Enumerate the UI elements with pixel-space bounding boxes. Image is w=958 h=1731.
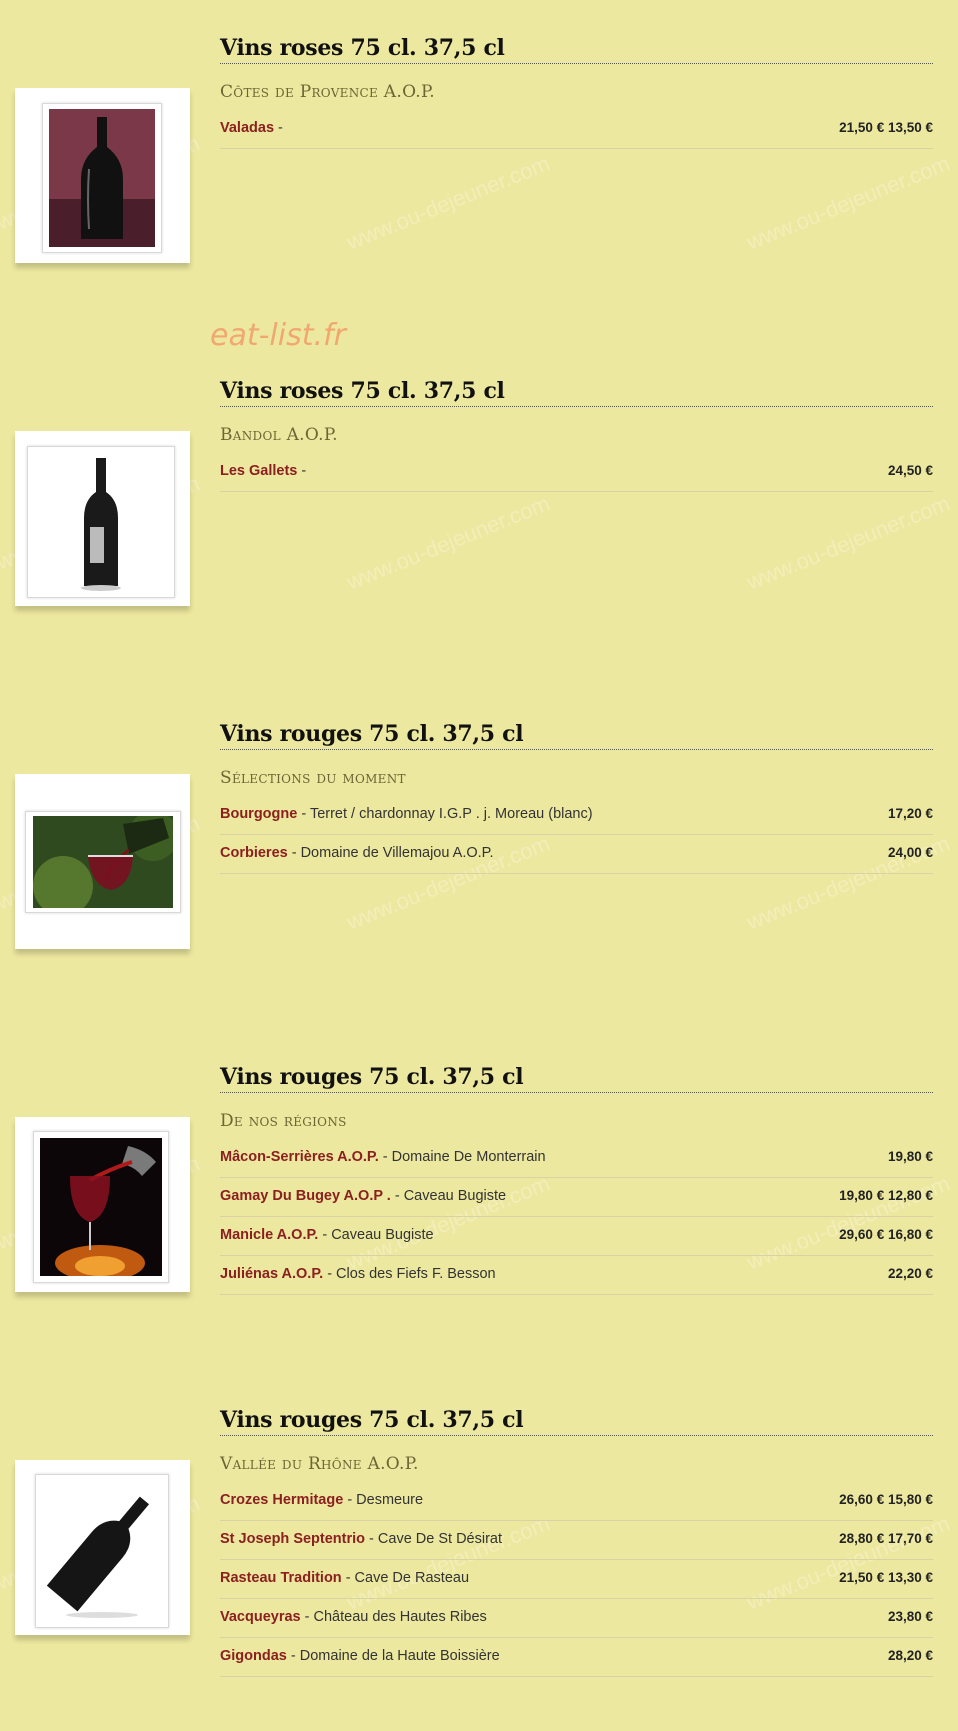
item-desc: - Domaine De Monterrain [378,1149,546,1165]
item-desc: - Terret / chardonnay I.G.P . j. Moreau … [297,806,593,822]
menu-item: Les Gallets - 24,50 € [220,453,933,492]
wine-photo [15,1117,190,1292]
wine-bottle-icon [46,1496,150,1618]
menu-item: St Joseph Septentrio - Cave De St Désira… [220,1521,933,1560]
section-title: Vins roses 75 cl. 37,5 cl [220,376,933,407]
item-price: 23,80 € [887,1609,933,1624]
item-name: Mâcon-Serrières A.O.P. [220,1149,379,1165]
menu-item: Bourgogne - Terret / chardonnay I.G.P . … [220,796,933,835]
item-name: Vacqueyras [220,1609,301,1625]
section-subtitle: Bandol A.O.P. [220,425,338,445]
item-desc: - [297,463,307,479]
menu-item: Manicle A.O.P. - Caveau Bugiste 29,60 € … [220,1217,933,1256]
item-desc: - Domaine de Villemajou A.O.P. [287,845,494,861]
item-name: Bourgogne [220,806,298,822]
item-name: Rasteau Tradition [220,1570,342,1586]
wine-glass-icon [40,1138,162,1276]
item-desc: - Cave De Rasteau [341,1570,470,1586]
wine-photo [15,431,190,606]
menu-item: Crozes Hermitage - Desmeure 26,60 € 15,8… [220,1482,933,1521]
item-name: Manicle A.O.P. [220,1227,319,1243]
item-name: Gamay Du Bugey A.O.P . [220,1188,391,1204]
item-price: 17,20 € [887,806,933,821]
item-desc: - [274,120,283,136]
item-price: 26,60 € 15,80 € [839,1492,933,1507]
item-name: Valadas [220,120,275,136]
item-name: Les Gallets [220,463,298,479]
wine-photo [15,88,190,263]
item-name: Corbieres [220,845,288,861]
item-price: 29,60 € 16,80 € [839,1227,933,1242]
section-title: Vins roses 75 cl. 37,5 cl [220,33,933,64]
item-name: St Joseph Septentrio [220,1531,366,1547]
section-subtitle: Vallée du Rhône A.O.P. [220,1454,419,1474]
section-subtitle: Côtes de Provence A.O.P. [220,82,436,102]
section-subtitle: Sélections du moment [220,768,406,788]
wine-pour-icon [33,816,173,908]
item-price: 21,50 € 13,30 € [839,1570,933,1585]
item-desc: - Desmeure [343,1492,424,1508]
item-name: Juliénas A.O.P. [220,1266,324,1282]
menu-item: Gamay Du Bugey A.O.P . - Caveau Bugiste … [220,1178,933,1217]
menu-item: Corbieres - Domaine de Villemajou A.O.P.… [220,835,933,874]
wine-bottle-icon [49,109,155,247]
item-price: 24,50 € [887,463,933,478]
watermark-text: www.ou-dejeuner.com [343,490,554,595]
watermark-text: www.ou-dejeuner.com [343,150,554,255]
item-desc: - Caveau Bugiste [318,1227,434,1243]
section-subtitle: De nos régions [220,1111,347,1131]
item-desc: - Caveau Bugiste [390,1188,507,1204]
item-price: 22,20 € [887,1266,933,1281]
menu-item: Vacqueyras - Château des Hautes Ribes 23… [220,1599,933,1638]
item-desc: - Château des Hautes Ribes [300,1609,487,1625]
section-title: Vins rouges 75 cl. 37,5 cl [220,1062,933,1093]
item-name: Crozes Hermitage [220,1492,344,1508]
watermark-text: www.ou-dejeuner.com [743,490,954,595]
item-price: 19,80 € [887,1149,933,1164]
wine-photo [15,774,190,949]
item-name: Gigondas [220,1648,287,1664]
section-title: Vins rouges 75 cl. 37,5 cl [220,719,933,750]
menu-item: Juliénas A.O.P. - Clos des Fiefs F. Bess… [220,1256,933,1295]
item-price: 24,00 € [887,845,933,860]
brand-watermark: eat-list.fr [210,318,346,353]
item-price: 28,80 € 17,70 € [839,1531,933,1546]
item-desc: - Clos des Fiefs F. Besson [323,1266,496,1282]
item-price: 28,20 € [887,1648,933,1663]
item-desc: - Domaine de la Haute Boissière [286,1648,500,1664]
item-desc: - Cave De St Désirat [365,1531,503,1547]
watermark-text: www.ou-dejeuner.com [743,150,954,255]
wine-photo [15,1460,190,1635]
item-price: 21,50 € 13,50 € [839,120,933,135]
menu-item: Rasteau Tradition - Cave De Rasteau 21,5… [220,1560,933,1599]
menu-item: Gigondas - Domaine de la Haute Boissière… [220,1638,933,1677]
item-price: 19,80 € 12,80 € [839,1188,933,1203]
wine-bottle-icon [81,458,121,591]
menu-item: Valadas - 21,50 € 13,50 € [220,110,933,149]
section-title: Vins rouges 75 cl. 37,5 cl [220,1405,933,1436]
menu-item: Mâcon-Serrières A.O.P. - Domaine De Mont… [220,1139,933,1178]
